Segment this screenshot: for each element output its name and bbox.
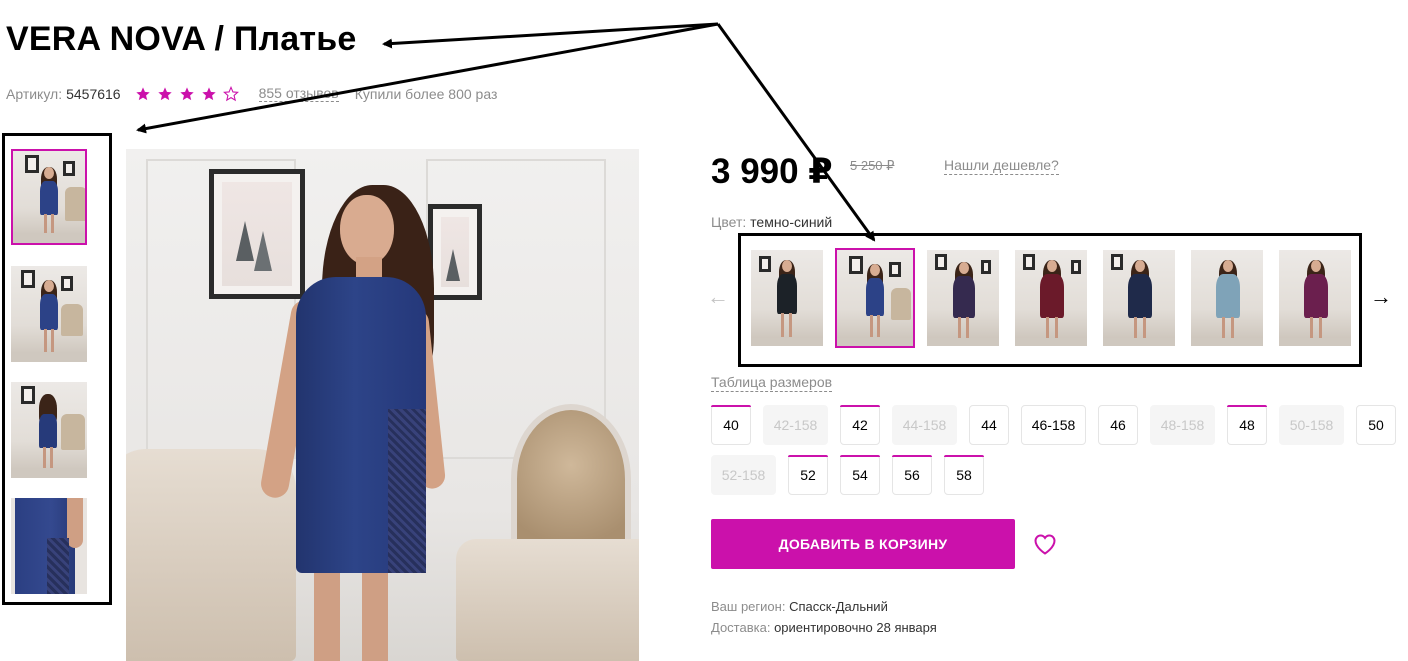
delivery-line: Доставка: ориентировочно 28 января: [711, 620, 937, 635]
size-option[interactable]: 50-158: [1279, 405, 1344, 445]
color-option-light-blue[interactable]: [1191, 250, 1263, 346]
product-title: VERA NOVA / Платье: [6, 20, 357, 58]
current-price: 3 990 ₽: [711, 152, 833, 191]
heart-icon[interactable]: [1033, 533, 1057, 555]
article-value: 5457616: [66, 86, 121, 102]
article-label: Артикул:: [6, 86, 63, 102]
size-option[interactable]: 46-158: [1021, 405, 1086, 445]
size-option[interactable]: 52-158: [711, 455, 776, 495]
arrow-to-title: [382, 22, 719, 49]
star-icon-filled: [201, 87, 216, 101]
color-option-dark-blue[interactable]: [835, 248, 915, 348]
add-to-cart-button[interactable]: ДОБАВИТЬ В КОРЗИНУ: [711, 519, 1015, 569]
color-value: темно-синий: [750, 214, 833, 230]
thumbnail-photo-3[interactable]: [11, 382, 87, 478]
size-option[interactable]: 44: [969, 405, 1009, 445]
size-option[interactable]: 48: [1227, 405, 1267, 445]
region-line: Ваш регион: Спасск-Дальний: [711, 599, 888, 614]
main-product-photo[interactable]: [126, 149, 639, 661]
arrow-to-colors: [716, 23, 876, 242]
delivery-value: ориентировочно 28 января: [774, 620, 937, 635]
color-option-burgundy[interactable]: [1015, 250, 1087, 346]
size-option[interactable]: 42: [840, 405, 880, 445]
thumbnail-photo-1[interactable]: [11, 149, 87, 245]
color-option-navy[interactable]: [1103, 250, 1175, 346]
color-label: Цвет:: [711, 214, 747, 230]
color-option-black[interactable]: [751, 250, 823, 346]
product-meta: Артикул: 5457616 855 отзывов Купили боле…: [6, 84, 497, 104]
region-value[interactable]: Спасск-Дальний: [789, 599, 888, 614]
rating-stars: [135, 86, 245, 102]
size-option[interactable]: 54: [840, 455, 880, 495]
arrow-left-icon[interactable]: ←: [707, 286, 729, 308]
size-option[interactable]: 42-158: [763, 405, 828, 445]
size-option[interactable]: 46: [1098, 405, 1138, 445]
size-table-link[interactable]: Таблица размеров: [711, 374, 833, 392]
star-icon-filled: [157, 87, 172, 101]
star-icon-filled: [179, 87, 194, 101]
color-option-plum[interactable]: [1279, 250, 1351, 346]
size-option[interactable]: 44-158: [892, 405, 957, 445]
color-line: Цвет: темно-синий: [711, 214, 832, 230]
size-option[interactable]: 56: [892, 455, 932, 495]
thumbnail-photo-4[interactable]: [11, 498, 87, 594]
size-option[interactable]: 40: [711, 405, 751, 445]
arrow-right-icon[interactable]: →: [1370, 286, 1392, 308]
thumbnail-photo-2[interactable]: [11, 266, 87, 362]
thumbnail-strip: [2, 133, 112, 605]
star-icon-empty: [222, 86, 239, 102]
star-icon-filled: [135, 87, 150, 101]
delivery-label: Доставка:: [711, 620, 771, 635]
size-option[interactable]: 52: [788, 455, 828, 495]
region-label: Ваш регион:: [711, 599, 786, 614]
size-option[interactable]: 50: [1356, 405, 1396, 445]
color-option-purple[interactable]: [927, 250, 999, 346]
size-option[interactable]: 58: [944, 455, 984, 495]
found-cheaper-link[interactable]: Нашли дешевле?: [944, 157, 1059, 175]
bought-count: Купили более 800 раз: [354, 86, 498, 102]
reviews-link[interactable]: 855 отзывов: [258, 86, 339, 102]
size-option[interactable]: 48-158: [1150, 405, 1215, 445]
old-price: 5 250 ₽: [850, 158, 895, 173]
